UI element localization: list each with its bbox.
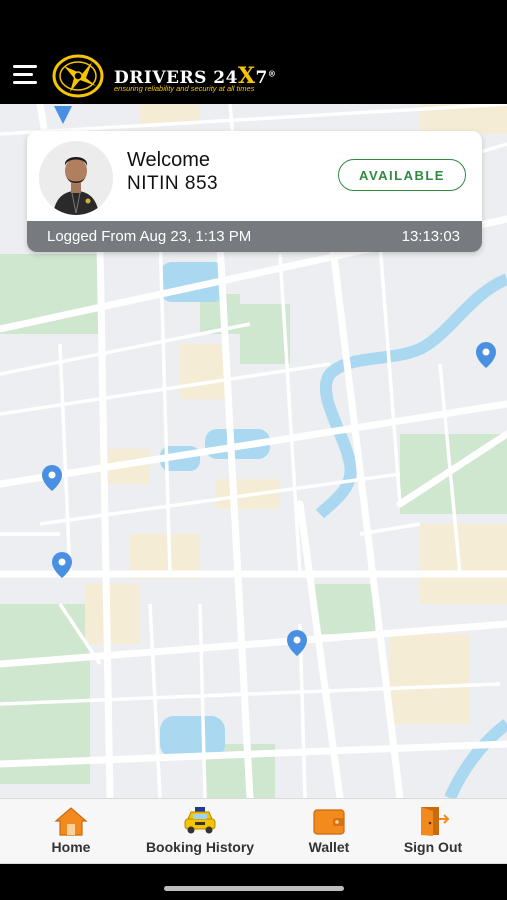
driver-status-card: Welcome NITIN 853 AVAILABLE Logged From …: [27, 131, 482, 252]
nav-item-booking-history[interactable]: Booking History: [135, 803, 265, 859]
driver-avatar: [39, 141, 113, 215]
nav-item-home[interactable]: Home: [6, 803, 136, 859]
session-info-bar: Logged From Aug 23, 1:13 PM 13:13:03: [27, 221, 482, 252]
nav-item-sign-out[interactable]: Sign Out: [368, 803, 498, 859]
wallet-icon: [313, 809, 345, 835]
brand-logo: DRIVERS 24X7® ensuring reliability and s…: [52, 54, 276, 100]
bottom-navigation: Home Booking History Wallet Sign Out: [0, 798, 507, 864]
steering-wheel-logo-icon: [52, 54, 104, 98]
sign-out-door-icon: [421, 807, 450, 836]
availability-status-button[interactable]: AVAILABLE: [338, 159, 466, 191]
nav-label-home: Home: [51, 839, 91, 855]
taxi-icon: [184, 807, 216, 834]
hamburger-menu-icon[interactable]: [13, 65, 39, 87]
brand-tagline: ensuring reliability and security at all…: [114, 84, 255, 93]
driver-name: NITIN 853: [127, 173, 219, 194]
app-header: DRIVERS 24X7® ensuring reliability and s…: [0, 0, 507, 104]
greeting-text: Welcome: [127, 149, 210, 171]
session-timer: 13:13:03: [401, 228, 460, 245]
logged-from-text: Logged From Aug 23, 1:13 PM: [47, 228, 252, 245]
nav-label-sign-out: Sign Out: [403, 839, 463, 855]
home-icon: [54, 807, 88, 836]
nav-label-booking-history: Booking History: [145, 839, 255, 855]
driver-photo-icon: [39, 141, 113, 215]
home-indicator-bar[interactable]: [164, 886, 344, 891]
